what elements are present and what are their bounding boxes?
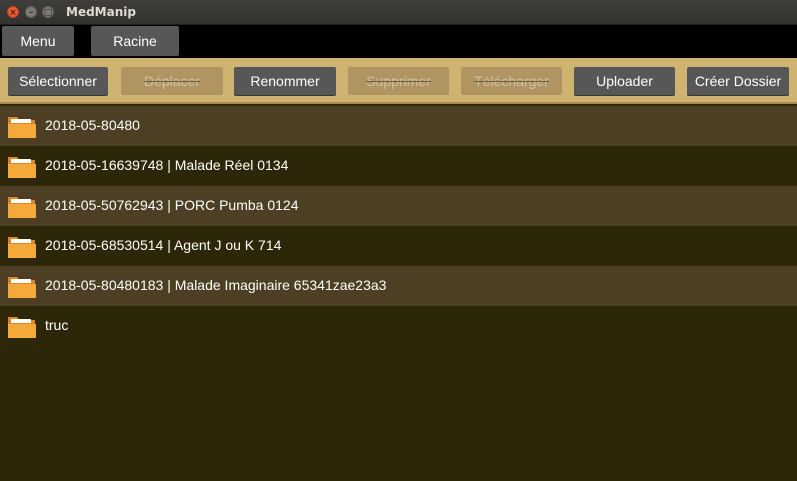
menu-button[interactable]: Menu bbox=[2, 26, 74, 56]
folder-icon bbox=[8, 277, 36, 298]
folder-name: 2018-05-80480183 | Malade Imaginaire 653… bbox=[45, 277, 387, 293]
list-item[interactable]: 2018-05-68530514 | Agent J ou K 714 bbox=[0, 226, 797, 266]
select-button[interactable]: Sélectionner bbox=[8, 67, 108, 95]
window-title: MedManip bbox=[66, 5, 136, 19]
folder-name: 2018-05-68530514 | Agent J ou K 714 bbox=[45, 237, 282, 253]
app-window: × – □ MedManip Menu Racine Sélectionner … bbox=[0, 0, 797, 481]
list-item[interactable]: 2018-05-50762943 | PORC Pumba 0124 bbox=[0, 186, 797, 226]
title-bar: × – □ MedManip bbox=[0, 0, 797, 25]
folder-name: 2018-05-16639748 | Malade Réel 0134 bbox=[45, 157, 289, 173]
list-item[interactable]: truc bbox=[0, 306, 797, 346]
close-window-icon[interactable]: × bbox=[7, 6, 19, 18]
folder-icon bbox=[8, 117, 36, 138]
rename-button[interactable]: Renommer bbox=[234, 67, 336, 95]
folder-icon bbox=[8, 197, 36, 218]
folder-icon bbox=[8, 317, 36, 338]
list-item[interactable]: 2018-05-16639748 | Malade Réel 0134 bbox=[0, 146, 797, 186]
create-folder-button[interactable]: Créer Dossier bbox=[687, 67, 789, 95]
nav-bar: Menu Racine bbox=[0, 25, 797, 58]
root-button[interactable]: Racine bbox=[91, 26, 179, 56]
maximize-window-icon[interactable]: □ bbox=[42, 6, 54, 18]
minimize-window-icon[interactable]: – bbox=[25, 6, 37, 18]
delete-button[interactable]: Supprimer bbox=[348, 67, 449, 95]
folder-icon bbox=[8, 237, 36, 258]
folder-name: 2018-05-50762943 | PORC Pumba 0124 bbox=[45, 197, 299, 213]
upload-button[interactable]: Uploader bbox=[574, 67, 675, 95]
list-item[interactable]: 2018-05-80480 bbox=[0, 106, 797, 146]
file-list: 2018-05-80480 2018-05-16639748 | Malade … bbox=[0, 106, 797, 346]
move-button[interactable]: Déplacer bbox=[121, 67, 223, 95]
folder-icon bbox=[8, 157, 36, 178]
folder-name: 2018-05-80480 bbox=[45, 117, 140, 133]
list-item[interactable]: 2018-05-80480183 | Malade Imaginaire 653… bbox=[0, 266, 797, 306]
download-button[interactable]: Télécharger bbox=[461, 67, 562, 95]
action-toolbar: Sélectionner Déplacer Renommer Supprimer… bbox=[0, 58, 797, 104]
folder-name: truc bbox=[45, 317, 69, 333]
